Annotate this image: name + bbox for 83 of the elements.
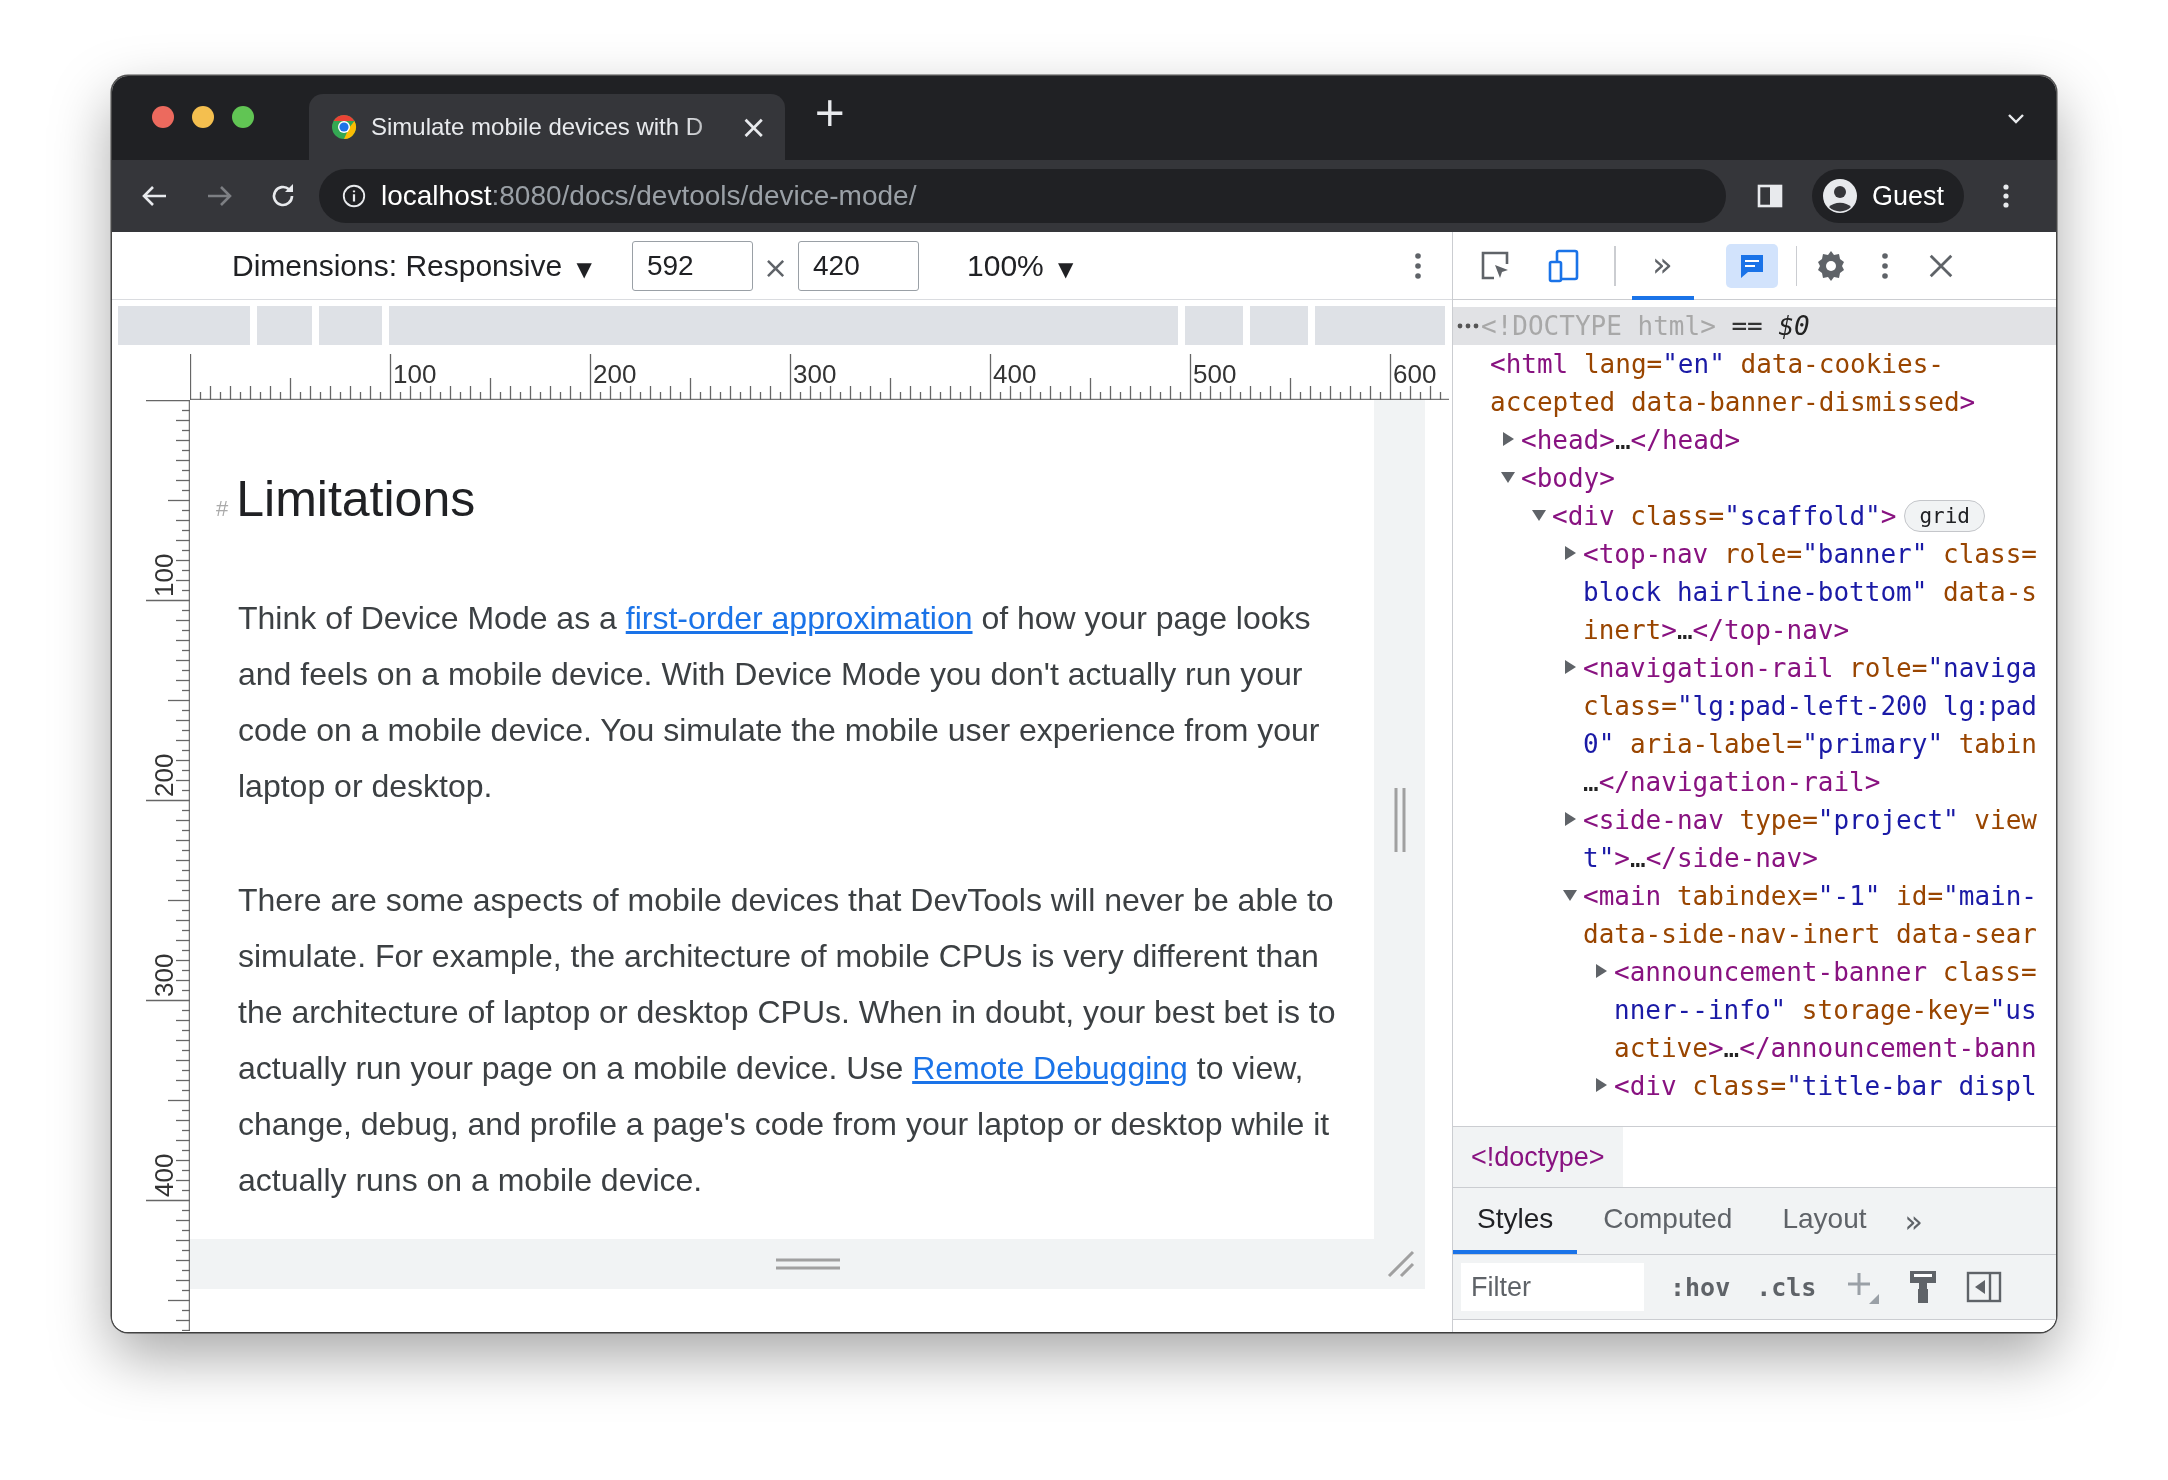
ruler-label: 100 [149, 553, 179, 597]
collapsed-arrow-icon[interactable] [1501, 432, 1515, 446]
sidebar-tab[interactable]: Layout [1758, 1188, 1891, 1254]
class-button[interactable]: .cls [1756, 1272, 1817, 1302]
ruler-label: 600 [1393, 359, 1437, 389]
height-field[interactable]: 420 [798, 240, 919, 291]
zoom-window-button[interactable] [232, 106, 254, 128]
profile-button[interactable]: Guest [1812, 169, 1965, 223]
more-icon[interactable] [2002, 182, 2011, 210]
new-tab-button[interactable]: + [813, 92, 847, 132]
more-icon[interactable] [1881, 250, 1889, 281]
selected-row[interactable]: <!DOCTYPE html> == $0 [1453, 307, 2056, 345]
grid-badge[interactable]: grid [1904, 500, 1985, 532]
code-line[interactable]: nner--info" storage-key="us [1614, 991, 2037, 1029]
code-line: <!DOCTYPE html> == $0 [1481, 310, 1810, 343]
code-line[interactable]: <div class="title-bar displ [1614, 1067, 2037, 1105]
person-icon [1822, 178, 1858, 214]
code-line[interactable]: accepted data-banner-dismissed> [1490, 383, 1976, 421]
ruler-label: 400 [149, 1153, 179, 1197]
code-line[interactable]: …</navigation-rail> [1583, 763, 1881, 801]
code-line[interactable]: <div class="scaffold"> [1552, 497, 1897, 535]
url-text: localhost:8080/docs/devtools/device-mode/ [381, 180, 917, 212]
code-line[interactable]: block hairline-bottom" data-s [1583, 573, 2037, 611]
expanded-arrow-icon[interactable] [1532, 508, 1546, 522]
expanded-arrow-icon[interactable] [1563, 888, 1577, 902]
collapsed-arrow-icon[interactable] [1563, 812, 1577, 826]
sidebar-tab[interactable]: Computed [1579, 1188, 1757, 1254]
times-sign: × [762, 250, 788, 285]
width-field[interactable]: 592 [631, 240, 753, 291]
zoom-dropdown[interactable]: 100% ▼ [967, 248, 1074, 283]
vertical-resize-handle-icon[interactable] [1392, 787, 1407, 852]
code-line[interactable]: <top-nav role="banner" class= [1583, 535, 2037, 573]
ruler-label: 500 [1193, 359, 1237, 389]
side-panel-icon[interactable] [1756, 182, 1784, 210]
paragraph: Think of Device Mode as a first-order approximation of how your page looks and feels on a mobile device. With Device Mode you don't actually run your code on a mobile device. You simulate the mobile user experience from your laptop or desktop. [238, 599, 1321, 806]
code-line[interactable]: <main tabindex="-1" id="main- [1583, 877, 2037, 915]
code-line[interactable]: <html lang="en" data-cookies- [1490, 345, 1944, 383]
code-line[interactable]: data-side-nav-inert data-sear [1583, 915, 2037, 953]
ruler-label: 200 [593, 359, 637, 389]
horizontal-resize-handle-icon[interactable] [775, 1258, 840, 1270]
code-line[interactable]: <announcement-banner class= [1614, 953, 2037, 991]
collapsed-arrow-icon[interactable] [1594, 1078, 1608, 1092]
hover-state-button[interactable]: :hov [1670, 1272, 1731, 1302]
breadcrumb[interactable]: <!doctype> [1453, 1127, 1623, 1187]
page-heading: Limitations [236, 470, 476, 528]
dimensions-dropdown[interactable]: Dimensions: Responsive ▼ [232, 248, 592, 283]
collapsed-arrow-icon[interactable] [1594, 964, 1608, 978]
info-icon[interactable] [341, 183, 367, 209]
code-line[interactable]: <head>…</head> [1521, 421, 1741, 459]
ruler-label: 300 [793, 359, 837, 389]
code-line[interactable]: inert>…</top-nav> [1583, 611, 1850, 649]
expanded-arrow-icon[interactable] [1501, 470, 1515, 484]
code-line[interactable]: <side-nav type="project" view [1583, 801, 2037, 839]
address-bar[interactable]: localhost:8080/docs/devtools/device-mode/ [319, 169, 1726, 223]
site-icon [331, 114, 357, 140]
link[interactable]: Remote Debugging [912, 1050, 1188, 1086]
minimize-window-button[interactable] [192, 106, 214, 128]
close-window-button[interactable] [152, 106, 174, 128]
tab-title: Simulate mobile devices with D [371, 113, 705, 141]
collapsed-arrow-icon[interactable] [1563, 546, 1577, 560]
more-tabs-tab[interactable]: » [1631, 231, 1694, 300]
code-line[interactable]: 0" aria-label="primary" tabin [1583, 725, 2037, 763]
paragraph: There are some aspects of mobile devices that DevTools will never be able to simulate. For example, the architecture of mobile CPUs is very different than the architecture of laptop or desktop CPUs. When in doubt, your best bet is to actually run your page on a mobile device. Use Remote Debugging to view, change, debug, and profile a page's code from your laptop or desktop while it actually runs on a mobile device. [238, 881, 1337, 1200]
browser-tab[interactable]: Simulate mobile devices with D × [309, 94, 785, 160]
collapsed-arrow-icon[interactable] [1563, 660, 1577, 674]
more-options-icon[interactable] [1414, 250, 1422, 281]
code-line[interactable]: active>…</announcement-bann [1614, 1029, 2037, 1067]
paint-roller-icon[interactable] [1908, 1269, 1939, 1305]
code-line[interactable]: <body> [1521, 459, 1615, 497]
sidebar-toggle-icon[interactable] [1966, 1271, 2003, 1303]
close-tab-button[interactable]: × [740, 111, 767, 143]
ruler-label: 100 [393, 359, 437, 389]
ruler-label: 200 [149, 753, 179, 797]
filter-field[interactable]: Filter [1461, 1263, 1644, 1311]
ruler-label: 300 [149, 953, 179, 997]
message-icon[interactable] [1725, 243, 1778, 288]
ellipsis-icon[interactable] [1457, 323, 1479, 329]
ruler-label: 400 [993, 359, 1037, 389]
code-line[interactable]: t">…</side-nav> [1583, 839, 1818, 877]
code-line[interactable]: class="lg:pad-left-200 lg:pad [1583, 687, 2037, 725]
more-tabs-button[interactable]: » [1892, 1188, 1935, 1254]
link[interactable]: first-order approximation [625, 600, 973, 636]
code-line[interactable]: <navigation-rail role="naviga [1583, 649, 2037, 687]
